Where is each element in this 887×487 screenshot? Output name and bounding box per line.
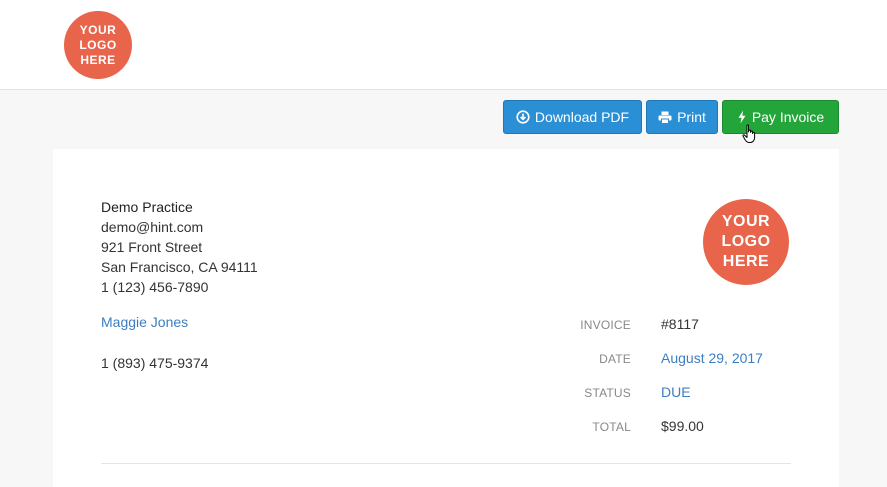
printer-icon — [658, 111, 672, 124]
total-label: TOTAL — [592, 420, 631, 434]
divider — [101, 463, 791, 464]
patient-name-link[interactable]: Maggie Jones — [101, 314, 188, 330]
status-value: DUE — [661, 384, 691, 400]
download-circle-icon — [516, 110, 530, 124]
total-value: $99.00 — [661, 418, 704, 434]
practice-city: San Francisco, CA 94111 — [101, 259, 258, 275]
invoice-logo: YOUR LOGO HERE — [703, 199, 789, 285]
date-value: August 29, 2017 — [661, 350, 763, 366]
print-label: Print — [677, 109, 706, 125]
practice-email: demo@hint.com — [101, 219, 204, 235]
practice-name: Demo Practice — [101, 199, 193, 215]
date-label: DATE — [599, 352, 631, 366]
pay-invoice-button[interactable]: Pay Invoice — [722, 100, 839, 134]
practice-phone: 1 (123) 456-7890 — [101, 279, 209, 295]
invoice-label: INVOICE — [580, 318, 631, 332]
download-pdf-label: Download PDF — [534, 109, 630, 125]
lightning-bolt-icon — [738, 110, 746, 124]
status-label: STATUS — [584, 386, 631, 400]
invoice-number: #8117 — [661, 316, 699, 332]
practice-info: Demo Practice demo@hint.com 921 Front St… — [101, 197, 258, 297]
patient-phone: 1 (893) 475-9374 — [101, 355, 209, 371]
header-logo: YOUR LOGO HERE — [64, 11, 132, 79]
print-button[interactable]: Print — [646, 100, 718, 134]
download-pdf-button[interactable]: Download PDF — [503, 100, 642, 134]
pay-invoice-label: Pay Invoice — [751, 109, 825, 125]
hand-pointer-icon — [742, 124, 756, 143]
practice-street: 921 Front Street — [101, 239, 203, 255]
top-bar: YOUR LOGO HERE — [0, 0, 887, 90]
